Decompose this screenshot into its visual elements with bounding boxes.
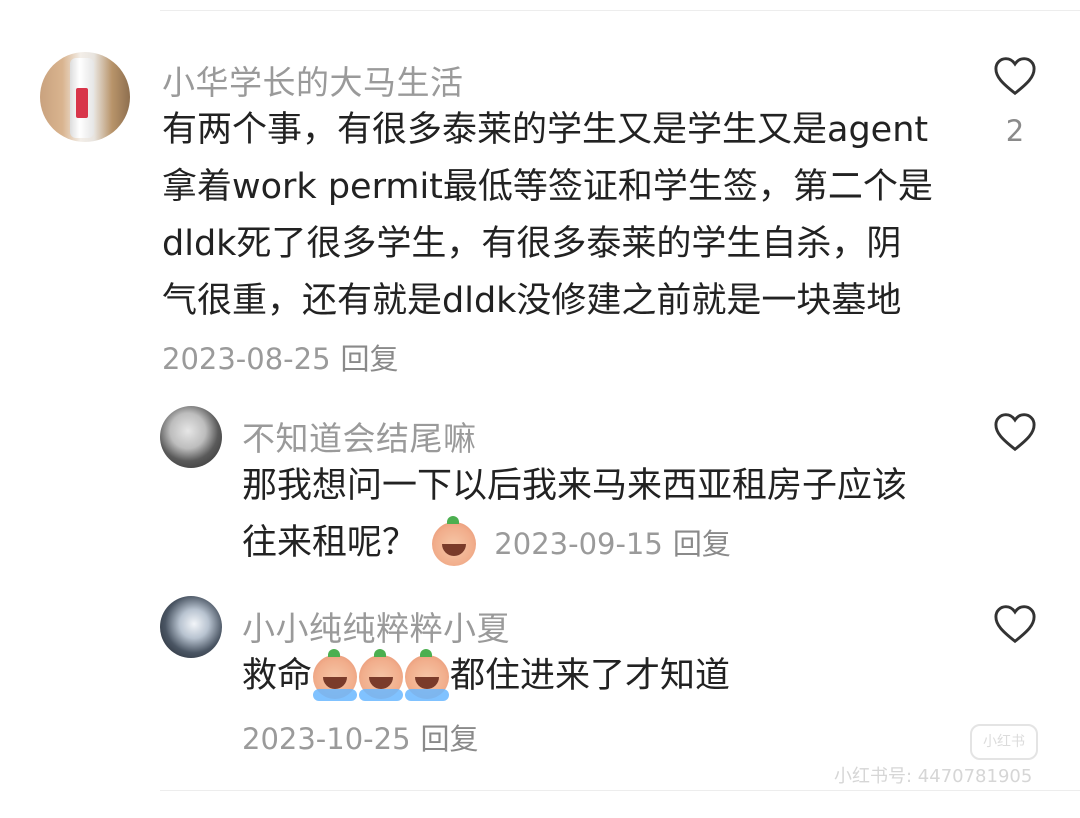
- comment-text-line: 气很重，还有就是dldk没修建之前就是一块墓地: [162, 281, 902, 321]
- heart-icon[interactable]: [993, 56, 1037, 96]
- comment-text-line: 拿着work permit最低等签证和学生签，第二个是: [162, 167, 933, 207]
- comment-meta: 2023-08-25 回复: [162, 336, 399, 378]
- comment-text-segment: 往来租呢？: [242, 523, 418, 563]
- comment-text: 有两个事，有很多泰莱的学生又是学生又是agent 拿着work permit最低…: [162, 102, 933, 330]
- comment-text-segment: 都住进来了才知道: [450, 656, 731, 696]
- reply-button[interactable]: 回复: [421, 722, 479, 756]
- comment-text-line: 往来租呢？ 2023-09-15 回复: [242, 515, 907, 573]
- comment-username[interactable]: 小小纯纯粹粹小夏: [242, 602, 510, 650]
- comment-text: 那我想问一下以后我来马来西亚租房子应该 往来租呢？ 2023-09-15 回复: [242, 458, 907, 573]
- comment-text: 救命 都住进来了才知道: [242, 648, 730, 705]
- comment-text-line: 那我想问一下以后我来马来西亚租房子应该: [242, 466, 908, 506]
- comment-date: 2023-10-25: [242, 722, 411, 756]
- comment-text-segment: 救命: [242, 656, 313, 696]
- avatar[interactable]: [160, 596, 222, 658]
- comment-text-line: dldk死了很多学生，有很多泰莱的学生自杀，阴: [162, 224, 902, 264]
- reply-button[interactable]: 回复: [673, 527, 731, 561]
- comment-username[interactable]: 不知道会结尾嘛: [242, 412, 477, 460]
- comment-meta: 2023-10-25 回复: [242, 716, 479, 758]
- watermark-logo: 小红书: [970, 724, 1038, 760]
- crying-face-emoji-icon: [432, 516, 477, 566]
- crying-face-emoji-icon: [405, 649, 450, 701]
- heart-icon[interactable]: [993, 412, 1037, 452]
- bottom-divider: [160, 790, 1080, 791]
- avatar[interactable]: [160, 406, 222, 468]
- comment-username[interactable]: 小华学长的大马生活: [162, 56, 464, 104]
- crying-face-emoji-icon: [359, 649, 404, 701]
- reply-button[interactable]: 回复: [341, 342, 399, 376]
- avatar[interactable]: [40, 52, 130, 142]
- comment-meta: 2023-09-15 回复: [494, 527, 731, 561]
- like-count: 2: [1005, 114, 1025, 148]
- comment-date: 2023-09-15: [494, 527, 663, 561]
- top-divider: [160, 10, 1080, 11]
- comment-text-line: 有两个事，有很多泰莱的学生又是学生又是agent: [162, 110, 929, 150]
- heart-icon[interactable]: [993, 604, 1037, 644]
- watermark-id: 小红书号: 4470781905: [834, 766, 1033, 787]
- crying-face-emoji-icon: [313, 649, 358, 701]
- comment-date: 2023-08-25: [162, 342, 331, 376]
